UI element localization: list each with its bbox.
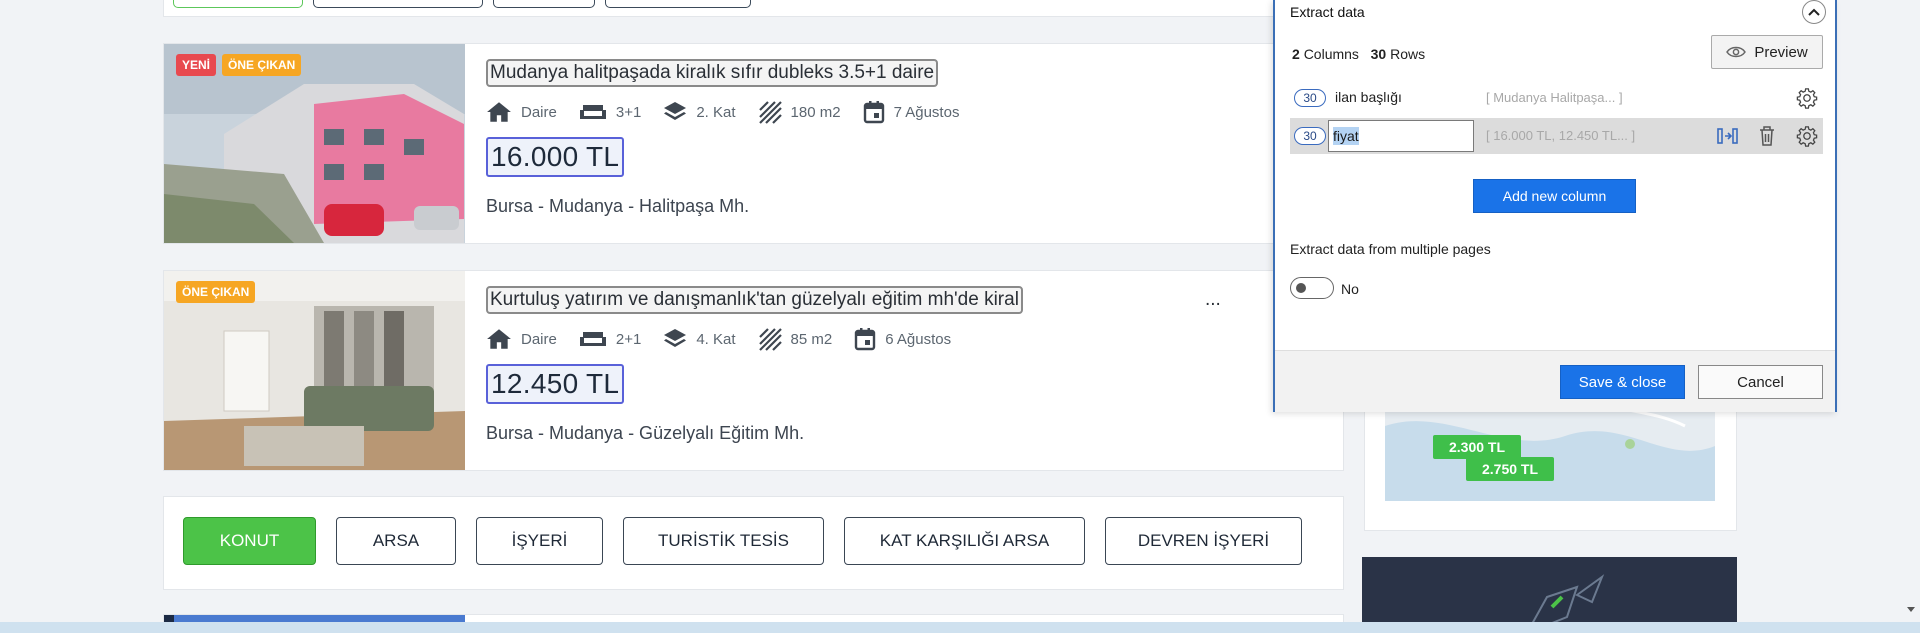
spec-area-label: 85 m2 [790,330,833,348]
spec-floor-label: 2. Kat [696,103,736,121]
filter-chip[interactable] [173,0,303,8]
layers-icon [664,102,687,120]
filter-chip[interactable] [605,0,751,8]
spec-area: 85 m2 [758,327,833,351]
title-ellipsis: ... [1205,289,1221,310]
listing-title[interactable]: Kurtuluş yatırım ve danışmanlık'tan güze… [486,286,1023,314]
spec-rooms: 2+1 [579,329,641,349]
spec-date-label: 6 Ağustos [885,330,952,348]
panel-footer: Save & close Cancel [1275,350,1835,412]
spec-rooms-label: 2+1 [615,330,642,348]
chevron-up-icon [1808,8,1820,16]
preview-label: Preview [1754,43,1808,61]
calendar-icon [863,101,884,124]
listing-location: Bursa - Mudanya - Güzelyalı Eğitim Mh. [486,423,805,443]
spec-date: 7 Ağustos [863,100,960,124]
extract-summary: 2 Columns 30 Rows [1292,46,1425,62]
spec-type-label: Daire [521,330,557,348]
listing-price[interactable]: 12.450 TL [486,364,625,404]
column-row[interactable]: 30 ilan başlığı [ Mudanya Halitpaşa... ] [1290,80,1823,116]
column-sample: [ 16.000 TL, 12.450 TL... ] [1486,128,1636,143]
home-icon [487,102,511,122]
badge-group: ÖNE ÇIKAN [176,281,256,303]
eye-icon [1726,46,1747,58]
toggle-knob [1296,283,1306,293]
spec-floor: 4. Kat [663,328,736,350]
spec-floor-label: 4. Kat [696,330,736,348]
listing-price[interactable]: 16.000 TL [486,137,625,177]
listing-specs: Daire 2+1 4. Kat 85 m2 6 Ağustos [486,327,973,351]
featured-badge: ÖNE ÇIKAN [176,281,256,303]
category-button-kat-karsiligi-arsa[interactable]: KAT KARŞILIĞI ARSA [844,517,1085,565]
listing-card[interactable]: YENİ ÖNE ÇIKAN Mudanya halitpaşada kiral… [163,43,1344,244]
spec-rooms-label: 3+1 [615,103,642,121]
columns-label: Columns [1303,46,1359,62]
category-button-konut[interactable]: KONUT [183,517,316,565]
gear-icon[interactable] [1796,87,1818,109]
listing-specs: Daire 3+1 2. Kat 180 m2 7 Ağustos [486,100,981,124]
listing-card[interactable]: ÖNE ÇIKAN Kurtuluş yatırım ve danışmanlı… [163,270,1344,471]
column-name-value[interactable]: fiyat [1333,127,1359,145]
spec-date-label: 7 Ağustos [893,103,960,121]
rows-label: Rows [1390,46,1426,62]
column-name-input[interactable]: fiyat [1328,120,1474,152]
sofa-icon [579,332,606,346]
preview-button[interactable]: Preview [1711,35,1823,69]
collapse-button[interactable] [1802,0,1826,24]
gear-icon[interactable] [1796,125,1818,147]
badge-group: YENİ ÖNE ÇIKAN [176,54,302,76]
spec-rooms: 3+1 [579,102,641,122]
columns-count: 2 [1292,46,1300,62]
panel-header: Extract data [1275,0,1835,24]
scroll-down-icon[interactable] [1906,606,1916,614]
select-element-icon[interactable] [1716,125,1740,147]
save-close-button[interactable]: Save & close [1560,365,1685,399]
filter-chips-strip [163,0,1344,17]
category-button-turistik-tesis[interactable]: TURİSTİK TESİS [623,517,824,565]
cancel-button[interactable]: Cancel [1698,365,1823,399]
spec-area-label: 180 m2 [790,103,841,121]
listing-location: Bursa - Mudanya - Halitpaşa Mh. [486,196,750,216]
map-price-pin[interactable]: 2.300 TL [1433,435,1522,459]
layers-icon [664,329,687,347]
category-button-devren-isyeri[interactable]: DEVREN İŞYERİ [1105,517,1302,565]
category-button-isyeri[interactable]: İŞYERİ [476,517,603,565]
multi-page-label: Extract data from multiple pages [1290,241,1491,257]
toggle-state-label: No [1341,281,1359,297]
spec-area: 180 m2 [758,100,841,124]
filter-chip[interactable] [493,0,595,8]
multi-page-toggle[interactable] [1290,277,1334,299]
new-badge: YENİ [176,54,217,76]
extract-data-panel: Extract data 2 Columns 30 Rows Preview 3… [1273,0,1837,412]
listing-photo[interactable]: ÖNE ÇIKAN [164,271,465,470]
featured-badge: ÖNE ÇIKAN [222,54,302,76]
spec-floor: 2. Kat [663,101,736,123]
add-column-button[interactable]: Add new column [1473,179,1636,213]
listing-photo[interactable]: YENİ ÖNE ÇIKAN [164,44,465,243]
sofa-icon [579,105,606,119]
panel-title: Extract data [1290,4,1365,20]
listing-title[interactable]: Mudanya halitpaşada kiralık sıfır dublek… [486,59,939,87]
home-icon [487,329,511,349]
area-icon [758,328,782,351]
category-bar: KONUT ARSA İŞYERİ TURİSTİK TESİS KAT KAR… [163,496,1344,590]
category-button-arsa[interactable]: ARSA [336,517,456,565]
area-icon [758,101,782,124]
rows-count: 30 [1370,46,1387,62]
column-sample: [ Mudanya Halitpaşa... ] [1486,90,1623,105]
spec-type-label: Daire [521,103,557,121]
spec-date: 6 Ağustos [854,327,951,351]
column-count-badge: 30 [1294,89,1326,107]
status-bar [0,622,1920,633]
calendar-icon [855,328,876,351]
filter-chip[interactable] [313,0,483,8]
column-row-selected[interactable]: 30 fiyat [ 16.000 TL, 12.450 TL... ] [1290,118,1823,154]
column-name[interactable]: ilan başlığı [1335,89,1402,105]
trash-icon[interactable] [1757,125,1777,147]
spec-type: Daire [486,101,557,123]
map-price-pin[interactable]: 2.750 TL [1466,457,1555,481]
column-count-badge: 30 [1294,127,1326,145]
spec-type: Daire [486,328,557,350]
